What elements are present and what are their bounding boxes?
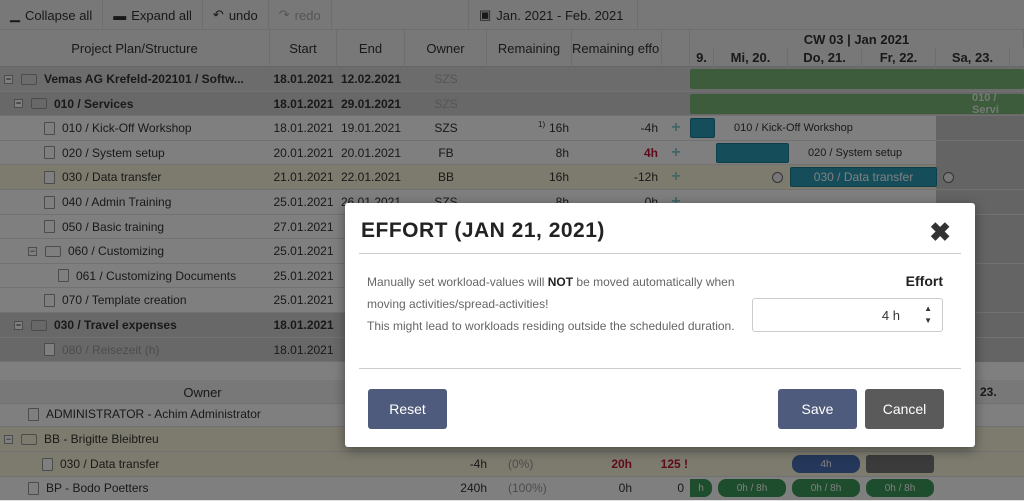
effort-dialog: EFFORT (JAN 21, 2021) ✖ Manually set wor… xyxy=(345,203,975,447)
warning-message: Manually set workload-values will NOT be… xyxy=(367,275,735,333)
dialog-title: EFFORT (JAN 21, 2021) xyxy=(361,219,605,242)
spinner-arrows-icon[interactable]: ▲ ▼ xyxy=(924,303,932,327)
divider xyxy=(359,253,961,254)
effort-input[interactable]: 4 h ▲ ▼ xyxy=(752,298,943,332)
reset-button[interactable]: Reset xyxy=(368,389,447,429)
close-icon[interactable]: ✖ xyxy=(929,217,951,248)
divider xyxy=(359,368,961,369)
effort-label: Effort xyxy=(905,273,943,289)
cancel-button[interactable]: Cancel xyxy=(865,389,944,429)
save-button[interactable]: Save xyxy=(778,389,857,429)
